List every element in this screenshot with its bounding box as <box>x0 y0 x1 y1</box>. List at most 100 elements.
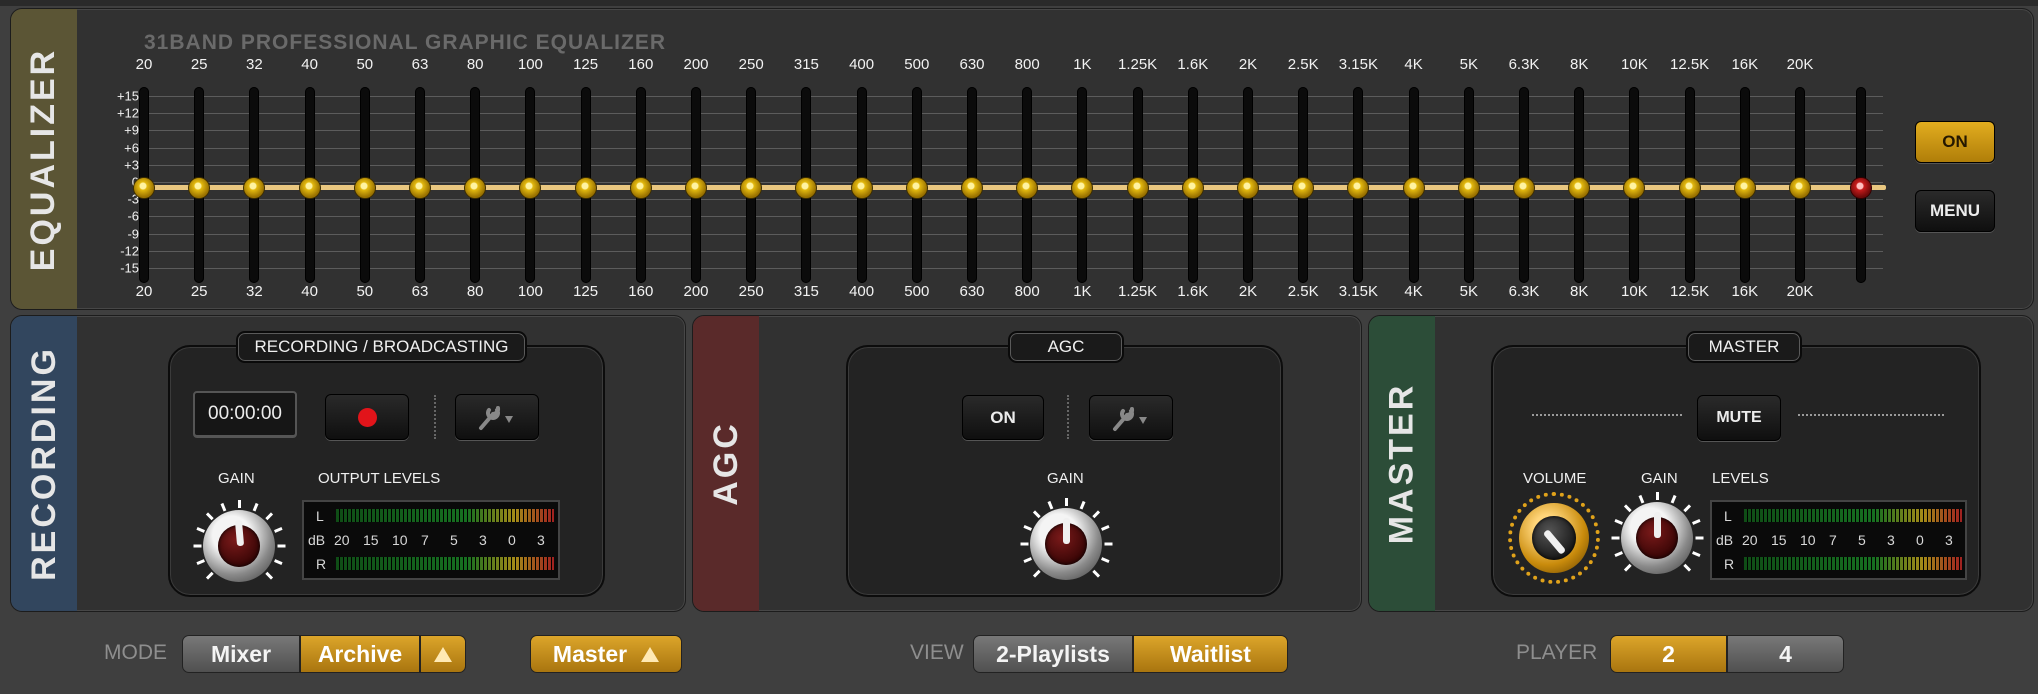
master-dropdown-button[interactable]: Master <box>530 635 682 673</box>
eq-band-slider[interactable] <box>1347 177 1370 199</box>
eq-band-slider[interactable] <box>188 177 211 199</box>
meter-l-label: L <box>316 508 324 524</box>
eq-band-slider[interactable] <box>685 177 707 199</box>
knob-tick <box>1611 536 1619 540</box>
eq-band-slider[interactable] <box>133 177 155 199</box>
freq-label-top: 32 <box>246 56 263 73</box>
eq-band-slider[interactable] <box>574 177 597 199</box>
db-label: +6 <box>124 140 139 156</box>
eq-band-slider[interactable] <box>1789 177 1811 199</box>
freq-label-top: 125 <box>573 56 599 73</box>
gridline <box>143 147 1883 149</box>
mode-archive-button[interactable]: Archive <box>300 635 420 673</box>
master-volume-knob[interactable] <box>1508 492 1600 584</box>
agc-on-button[interactable]: ON <box>962 395 1044 440</box>
eq-band-slider[interactable] <box>740 177 763 199</box>
eq-menu-button[interactable]: MENU <box>1915 190 1995 232</box>
meter-scale-label: 5 <box>450 532 458 548</box>
freq-label-bottom: 25 <box>190 283 208 300</box>
preamp-slider[interactable] <box>1850 177 1872 199</box>
view-2-playlists-button[interactable]: 2-Playlists <box>973 635 1133 673</box>
master-gain-knob[interactable] <box>1611 492 1703 584</box>
eq-band-slider[interactable] <box>1181 177 1204 199</box>
equalizer-title: 31BAND PROFESSIONAL GRAPHIC EQUALIZER <box>144 31 666 54</box>
eq-band-slider[interactable] <box>1457 177 1480 199</box>
eq-band-slider[interactable] <box>1071 177 1094 199</box>
gridline <box>143 199 1883 201</box>
db-label: -6 <box>127 208 139 224</box>
eq-band-slider[interactable] <box>629 177 652 199</box>
eq-band-slider[interactable] <box>961 177 983 199</box>
eq-band-slider[interactable] <box>905 177 928 199</box>
db-label: +12 <box>116 105 139 121</box>
freq-label-top: 4K <box>1404 56 1423 73</box>
db-label: +15 <box>116 88 139 104</box>
meter-db-label: dB <box>308 532 326 548</box>
eq-band-slider[interactable] <box>409 177 431 199</box>
freq-label-top: 250 <box>738 56 764 73</box>
freq-label-top: 25 <box>190 56 208 73</box>
freq-label-bottom: 6.3K <box>1508 283 1540 300</box>
freq-label-bottom: 160 <box>628 283 654 300</box>
triangle-up-icon <box>434 646 452 662</box>
agc-settings-button[interactable] <box>1089 395 1173 440</box>
player-label: PLAYER <box>1516 641 1598 664</box>
eq-band-slider[interactable] <box>298 177 321 199</box>
knob-tick <box>1032 569 1041 578</box>
player-2-button[interactable]: 2 <box>1610 635 1727 673</box>
freq-label-bottom: 500 <box>904 283 930 300</box>
freq-label-top: 160 <box>628 56 654 73</box>
meter-scale-label: 20 <box>1742 532 1758 548</box>
freq-label-bottom: 2K <box>1238 283 1258 300</box>
eq-on-button[interactable]: ON <box>1915 121 1995 163</box>
freq-label-bottom: 1.25K <box>1117 283 1158 300</box>
output-levels-label: OUTPUT LEVELS <box>318 470 441 487</box>
eq-band-slider[interactable] <box>1623 177 1646 199</box>
knob-tick <box>1638 494 1644 504</box>
freq-label-top: 40 <box>301 56 318 73</box>
eq-band-slider[interactable] <box>243 177 266 199</box>
agc-gain-knob[interactable] <box>1020 498 1112 590</box>
eq-band-slider[interactable] <box>1733 177 1756 199</box>
eq-band-slider[interactable] <box>1678 177 1701 199</box>
freq-label-bottom: 32 <box>246 283 263 300</box>
meter-bar-l <box>336 509 554 522</box>
view-waitlist-button[interactable]: Waitlist <box>1133 635 1288 673</box>
eq-band-slider[interactable] <box>1568 177 1591 199</box>
knob-tick <box>1022 557 1032 563</box>
eq-band-slider[interactable] <box>353 177 376 199</box>
eq-band-slider[interactable] <box>1126 177 1149 199</box>
eq-band-slider[interactable] <box>1237 177 1259 199</box>
meter-bar-l <box>1744 509 1962 522</box>
agc-gain-label: GAIN <box>1047 470 1084 487</box>
knob-tick <box>1623 504 1632 513</box>
meter-l-label: L <box>1724 508 1732 524</box>
player-4-button[interactable]: 4 <box>1727 635 1844 673</box>
eq-band-slider[interactable] <box>1513 177 1535 199</box>
eq-band-slider[interactable] <box>850 177 873 199</box>
master-side-label: MASTER <box>1382 382 1421 545</box>
recording-settings-button[interactable] <box>455 394 539 440</box>
eq-band-slider[interactable] <box>464 177 487 199</box>
master-gain-label: GAIN <box>1641 470 1678 487</box>
freq-label-bottom: 315 <box>793 283 819 300</box>
eq-band-slider[interactable] <box>1016 177 1039 199</box>
knob-tick <box>1079 500 1085 510</box>
freq-label-bottom: 8K <box>1570 283 1589 300</box>
divider-line-right <box>1798 414 1944 416</box>
record-button[interactable] <box>325 394 409 440</box>
freq-label-top: 1K <box>1073 56 1092 73</box>
eq-band-slider[interactable] <box>795 177 818 199</box>
mute-button[interactable]: MUTE <box>1697 395 1781 441</box>
eq-band-slider[interactable] <box>1292 177 1315 199</box>
freq-label-bottom: 80 <box>466 283 484 300</box>
mode-mixer-button[interactable]: Mixer <box>182 635 300 673</box>
eq-band-slider[interactable] <box>1402 177 1425 199</box>
recording-gain-knob[interactable] <box>193 500 285 592</box>
eq-band-slider[interactable] <box>519 177 542 199</box>
wrench-icon <box>479 406 513 430</box>
freq-label-top: 100 <box>517 56 543 73</box>
agc-box-title: AGC <box>1008 331 1124 363</box>
mode-dropdown-button[interactable] <box>420 635 466 673</box>
freq-label-top: 500 <box>904 56 930 73</box>
